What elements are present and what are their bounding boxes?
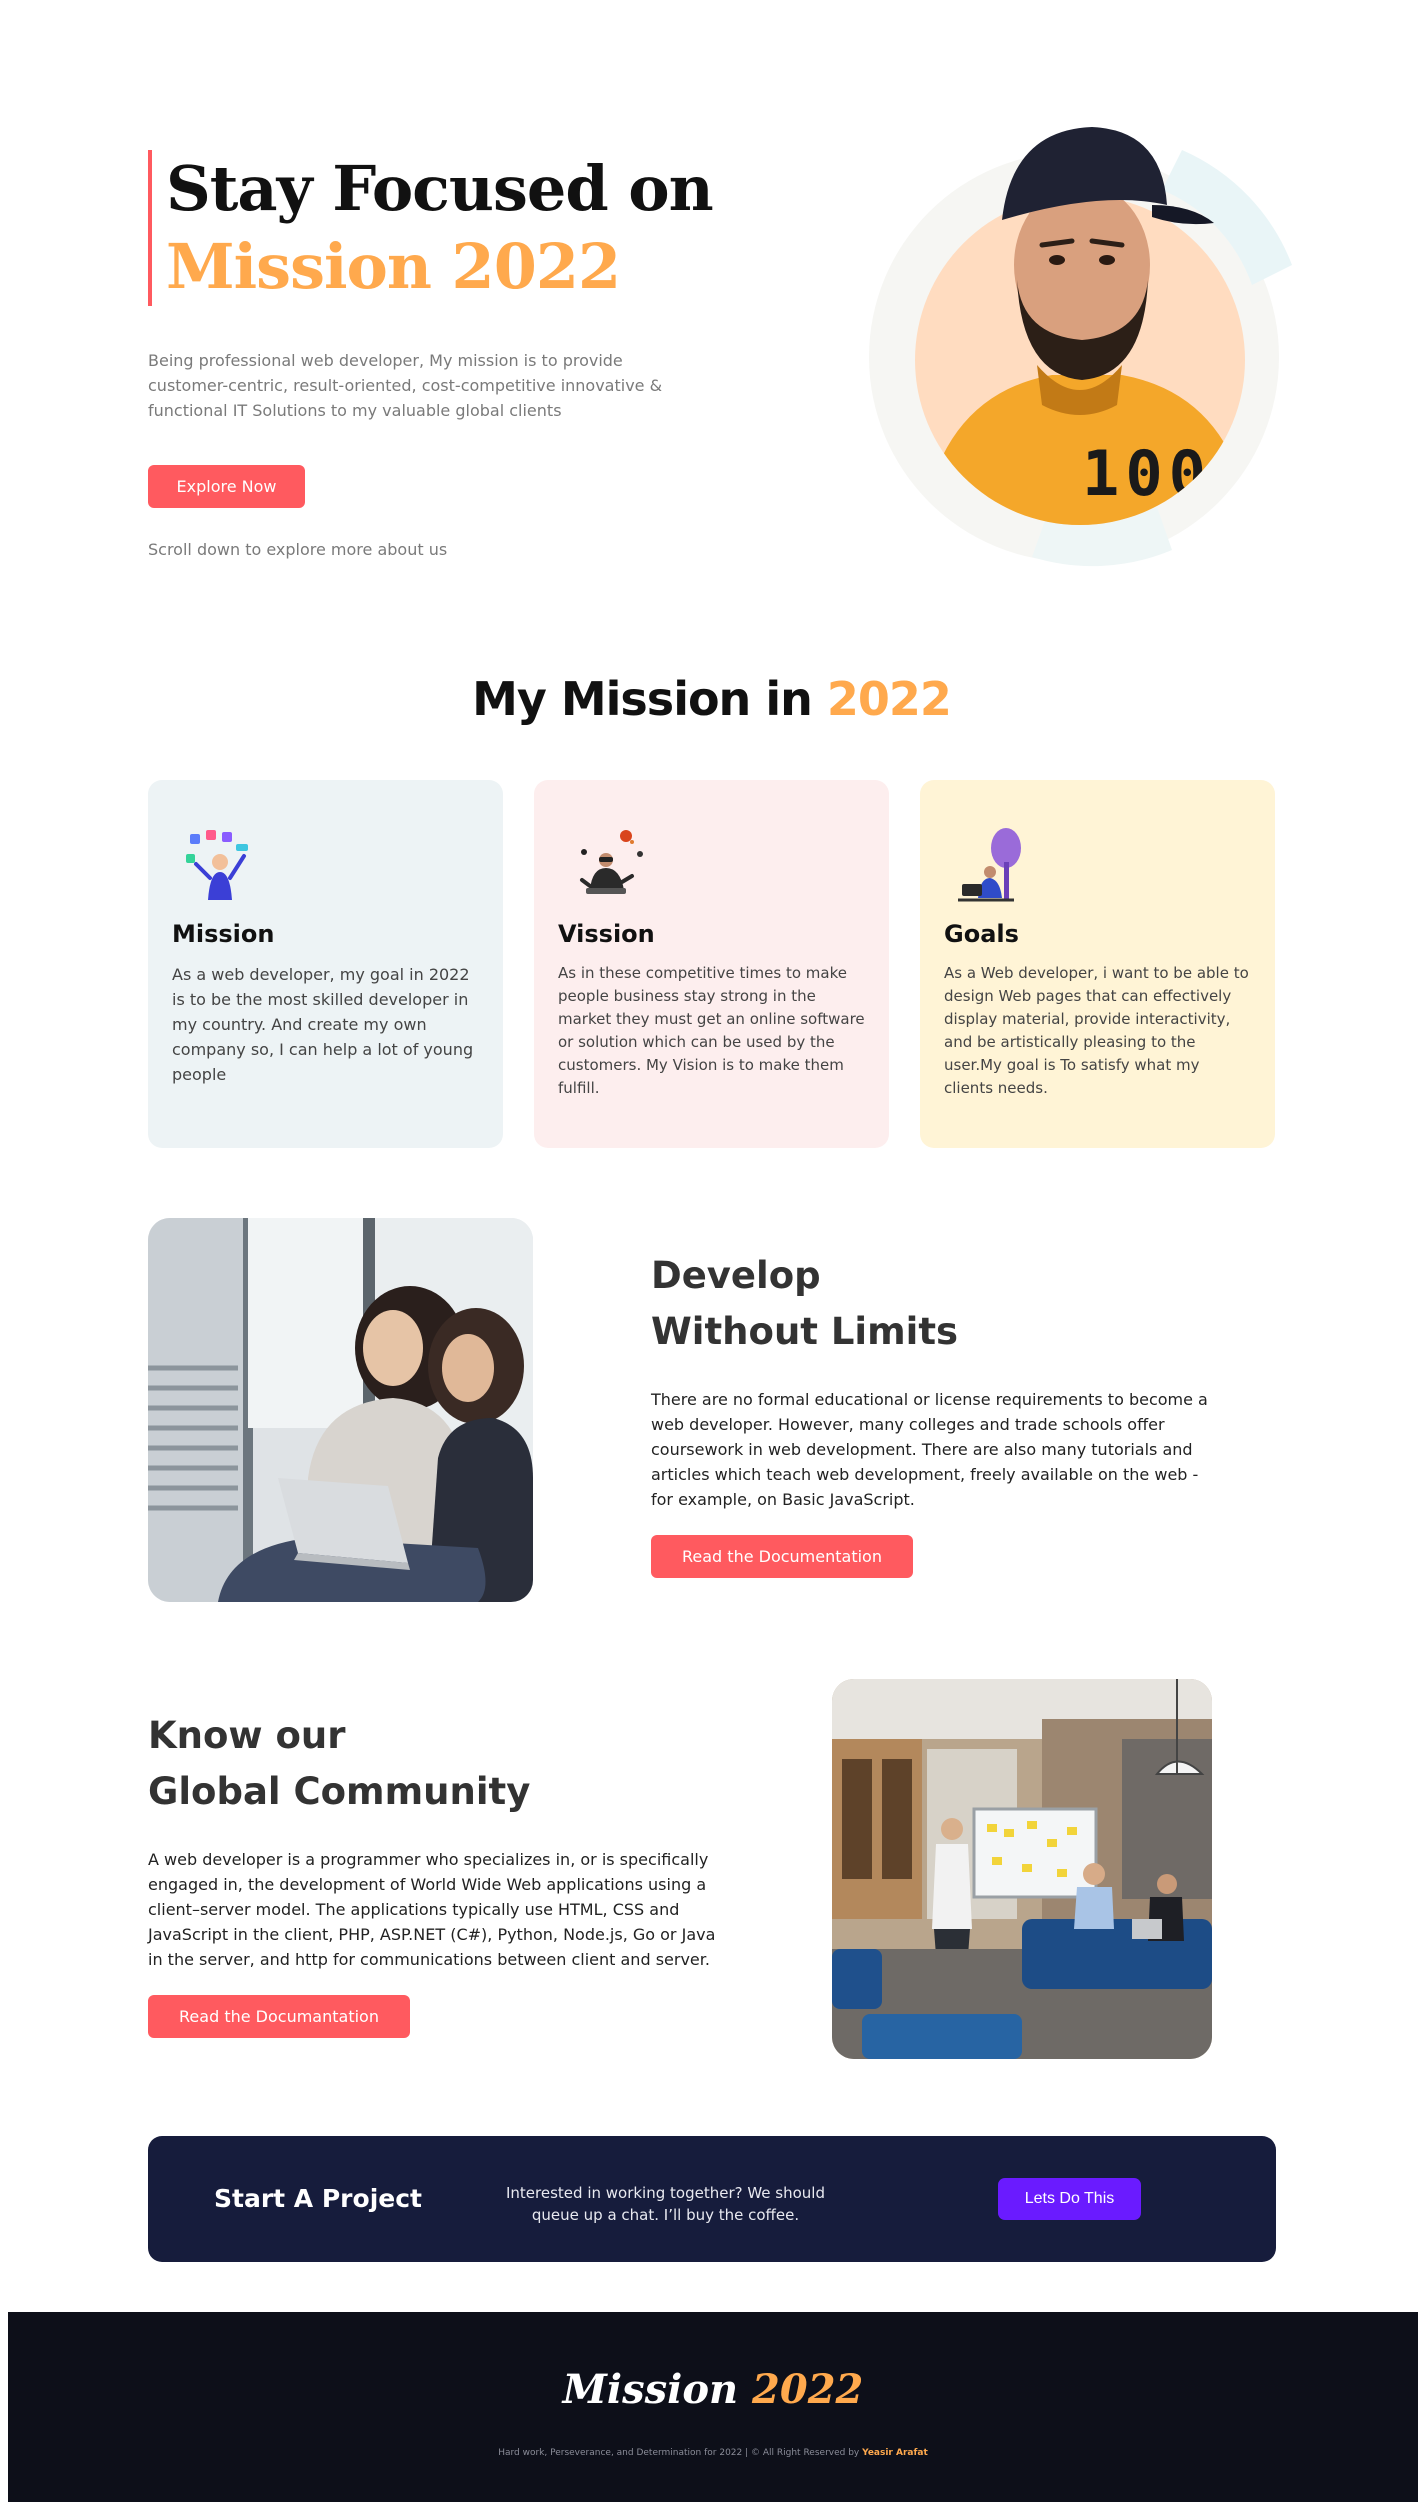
hero-title-line1: Stay Focused on [166,152,714,225]
cta-text: Interested in working together? We shoul… [506,2184,825,2224]
develop-text: There are no formal educational or licen… [651,1390,1208,1509]
community-title: Know our Global Community [148,1708,530,1820]
develop-title-line1: Develop [651,1254,821,1297]
footer-logo-accent: 2022 [752,2366,864,2413]
vision-card: Vission As in these competitive times to… [534,780,889,1148]
community-title-line2: Global Community [148,1770,531,1813]
develop-title: Develop Without Limits [651,1248,958,1360]
community-text: A web developer is a programmer who spec… [148,1850,716,1969]
hero-portrait-illustration: 100 [869,127,1292,567]
laptop-tree-icon [958,828,1021,902]
footer-logo-main: Mission [562,2366,739,2413]
footer-logo: Mission 2022 [8,2366,1418,2413]
footer-author-link[interactable]: Yeasir Arafat [862,2448,928,2458]
community-title-line1: Know our [148,1714,346,1757]
hero-title-accent: Mission 2022 [166,230,621,303]
footer: Mission 2022 Hard work, Perseverance, an… [8,2312,1418,2502]
vr-headset-icon [580,830,643,894]
footer-copyright: Hard work, Perseverance, and Determinati… [8,2448,1418,2458]
hero-title: Stay Focused on Mission 2022 [148,150,714,306]
mission-card-text: As a web developer, my goal in 2022 is t… [172,965,474,1084]
community-photo [832,1679,1212,2059]
develop-photo [148,1218,533,1602]
mission-card-title: Mission [172,920,275,948]
vision-card-text: As in these competitive times to make pe… [558,964,865,1097]
scroll-hint: Scroll down to explore more about us [148,540,448,559]
explore-now-button[interactable]: Explore Now [148,465,305,508]
juggling-apps-icon [186,830,248,900]
vision-card-title: Vission [558,920,655,948]
read-documentation-button[interactable]: Read the Documentation [651,1535,913,1578]
mission-title-prefix: My Mission in [472,672,813,726]
lets-do-this-button[interactable]: Lets Do This [998,2178,1141,2220]
start-project-banner: Start A Project Interested in working to… [148,2136,1276,2262]
hero-description: Being professional web developer, My mis… [148,351,663,420]
goals-card-text: As a Web developer, i want to be able to… [944,964,1249,1097]
develop-title-line2: Without Limits [651,1310,959,1353]
cta-title: Start A Project [214,2184,422,2213]
mission-section-title: My Mission in 2022 [0,672,1423,726]
mission-title-accent: 2022 [826,672,952,726]
goals-card: Goals As a Web developer, i want to be a… [920,780,1275,1148]
mission-card: Mission As a web developer, my goal in 2… [148,780,503,1148]
hero-section: Stay Focused on Mission 2022 Being profe… [0,0,1423,640]
goals-card-title: Goals [944,920,1019,948]
read-documantation-button[interactable]: Read the Documantation [148,1995,410,2038]
footer-copyright-text: Hard work, Perseverance, and Determinati… [498,2448,860,2458]
